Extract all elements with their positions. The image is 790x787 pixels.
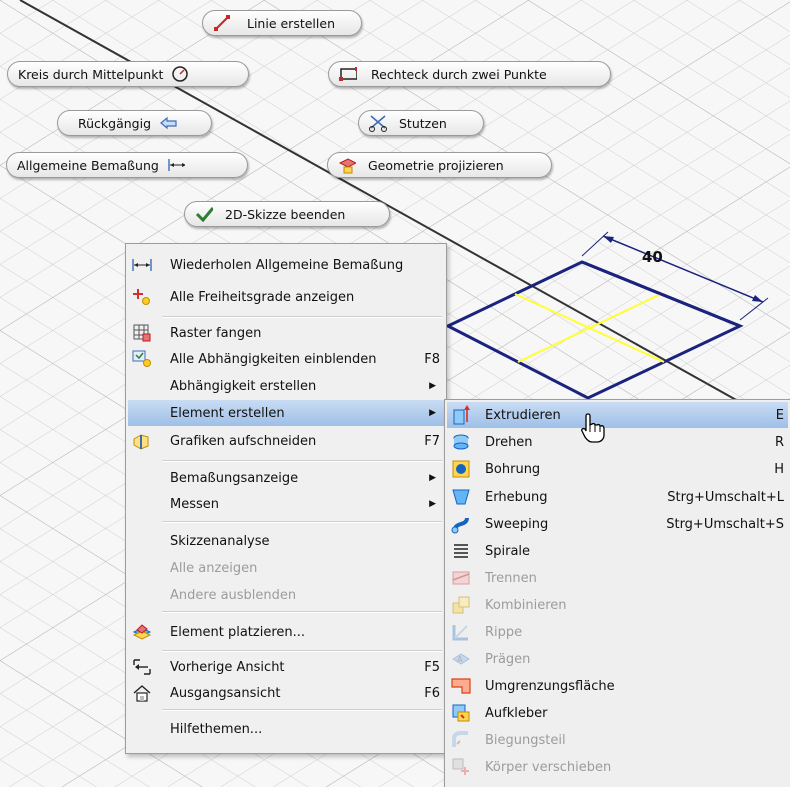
circle-center-icon [171,65,189,83]
trim-label: Stutzen [399,115,447,131]
rectangle-button[interactable]: Rechteck durch zwei Punkte [328,61,611,87]
undo-arrow-icon [159,114,177,132]
line-icon [213,14,231,32]
menu-item-sweep[interactable]: Sweeping Strg+Umschalt+S [447,511,788,537]
menu-item-emboss: A Prägen [447,646,788,672]
split-icon [449,566,473,590]
project-geometry-button[interactable]: Geometrie projizieren [327,152,552,178]
menu-item-slice-graphics[interactable]: Grafiken aufschneiden F7 [128,428,444,454]
menu-item-split: Trennen [447,565,788,591]
menu-item-hide-others: Andere ausblenden [170,587,297,603]
line-label: Linie erstellen [247,15,335,31]
project-geometry-icon [338,156,356,174]
menu-item-previous-view[interactable]: Vorherige Ansicht F5 [128,654,444,680]
rib-icon [449,620,473,644]
coil-icon [449,539,473,563]
hole-icon [449,457,473,481]
undo-label: Rückgängig [78,115,152,131]
menu-item-show-all: Alle anzeigen [170,560,258,576]
loft-icon [449,485,473,509]
menu-separator [162,460,442,462]
menu-item-sketch-analysis[interactable]: Skizzenanalyse [128,528,444,554]
place-feature-icon [130,620,154,644]
decal-icon [449,701,473,725]
slice-graphics-icon [130,429,154,453]
menu-item-boundary-patch[interactable]: Umgrenzungsfläche [447,673,788,699]
boundary-patch-icon [449,674,473,698]
menu-item-help-topics[interactable]: Hilfethemen... [128,716,444,742]
menu-item-extrude[interactable]: Extrudieren E [447,402,788,428]
dof-icon [130,285,154,309]
menu-item-combine: Kombinieren [447,592,788,618]
menu-separator [162,521,442,523]
checkmark-icon [195,205,213,223]
line-button[interactable]: Linie erstellen [202,10,362,36]
sweep-icon [449,512,473,536]
finish-sketch-button[interactable]: 2D-Skizze beenden [184,201,390,227]
dimension-value: 40 [642,248,663,266]
revolve-icon [449,430,473,454]
create-feature-submenu: Extrudieren E Drehen R Bohrung H Erhebun… [444,399,790,787]
menu-item-decal[interactable]: Aufkleber [447,700,788,726]
dimension-icon [130,253,154,277]
finish-sketch-label: 2D-Skizze beenden [225,206,346,222]
svg-text:A: A [457,655,463,664]
snap-grid-icon [130,321,154,345]
menu-separator [162,709,442,711]
combine-icon [449,593,473,617]
menu-item-place-feature[interactable]: Element platzieren... [128,619,444,645]
graphics-window[interactable]: 40 Linie erstellen Kreis durch Mittelpun… [0,0,790,787]
submenu-arrow-icon: ▶ [429,499,436,509]
menu-item-create-constraint[interactable]: Abhängigkeit erstellen ▶ [128,373,444,399]
dimension-label: Allgemeine Bemaßung [17,157,159,173]
home-view-icon [130,681,154,705]
menu-separator [162,611,442,613]
bend-part-icon [449,728,473,752]
trim-button[interactable]: Stutzen [358,110,484,136]
menu-separator [162,650,442,652]
constraints-icon [130,347,154,371]
submenu-arrow-icon: ▶ [429,408,436,418]
rectangle-icon [339,65,357,83]
menu-item-revolve[interactable]: Drehen R [447,429,788,455]
emboss-icon: A [449,647,473,671]
menu-item-repeat-dimension[interactable]: Wiederholen Allgemeine Bemaßung [128,252,444,278]
menu-item-dimension-display[interactable]: Bemaßungsanzeige ▶ [128,465,444,491]
menu-item-measure[interactable]: Messen ▶ [128,491,444,517]
previous-view-icon [130,655,154,679]
menu-item-rib: Rippe [447,619,788,645]
menu-item-bend-part: Biegungsteil [447,727,788,753]
extrude-icon [449,403,473,427]
undo-button[interactable]: Rückgängig [57,110,212,136]
menu-item-create-feature[interactable]: Element erstellen ▶ [128,400,444,426]
menu-item-move-bodies: Körper verschieben [447,754,788,780]
hand-cursor-icon [581,413,605,443]
menu-item-show-constraints[interactable]: Alle Abhängigkeiten einblenden F8 [128,346,444,372]
trim-scissors-icon [369,114,387,132]
menu-separator [162,316,442,318]
menu-item-home-view[interactable]: Ausgangsansicht F6 [128,680,444,706]
circle-button[interactable]: Kreis durch Mittelpunkt [7,61,249,87]
move-bodies-icon [449,755,473,779]
project-geometry-label: Geometrie projizieren [368,157,504,173]
submenu-arrow-icon: ▶ [429,381,436,391]
menu-item-loft[interactable]: Erhebung Strg+Umschalt+L [447,484,788,510]
context-menu: Wiederholen Allgemeine Bemaßung Alle Fre… [125,243,447,754]
submenu-arrow-icon: ▶ [429,473,436,483]
rectangle-label: Rechteck durch zwei Punkte [371,66,547,82]
circle-label: Kreis durch Mittelpunkt [18,66,164,82]
menu-item-coil[interactable]: Spirale [447,538,788,564]
menu-item-show-dof[interactable]: Alle Freiheitsgrade anzeigen [128,284,444,310]
dimension-icon [167,156,185,174]
menu-item-hole[interactable]: Bohrung H [447,456,788,482]
menu-item-snap-grid[interactable]: Raster fangen [128,320,444,346]
dimension-button[interactable]: Allgemeine Bemaßung [6,152,248,178]
